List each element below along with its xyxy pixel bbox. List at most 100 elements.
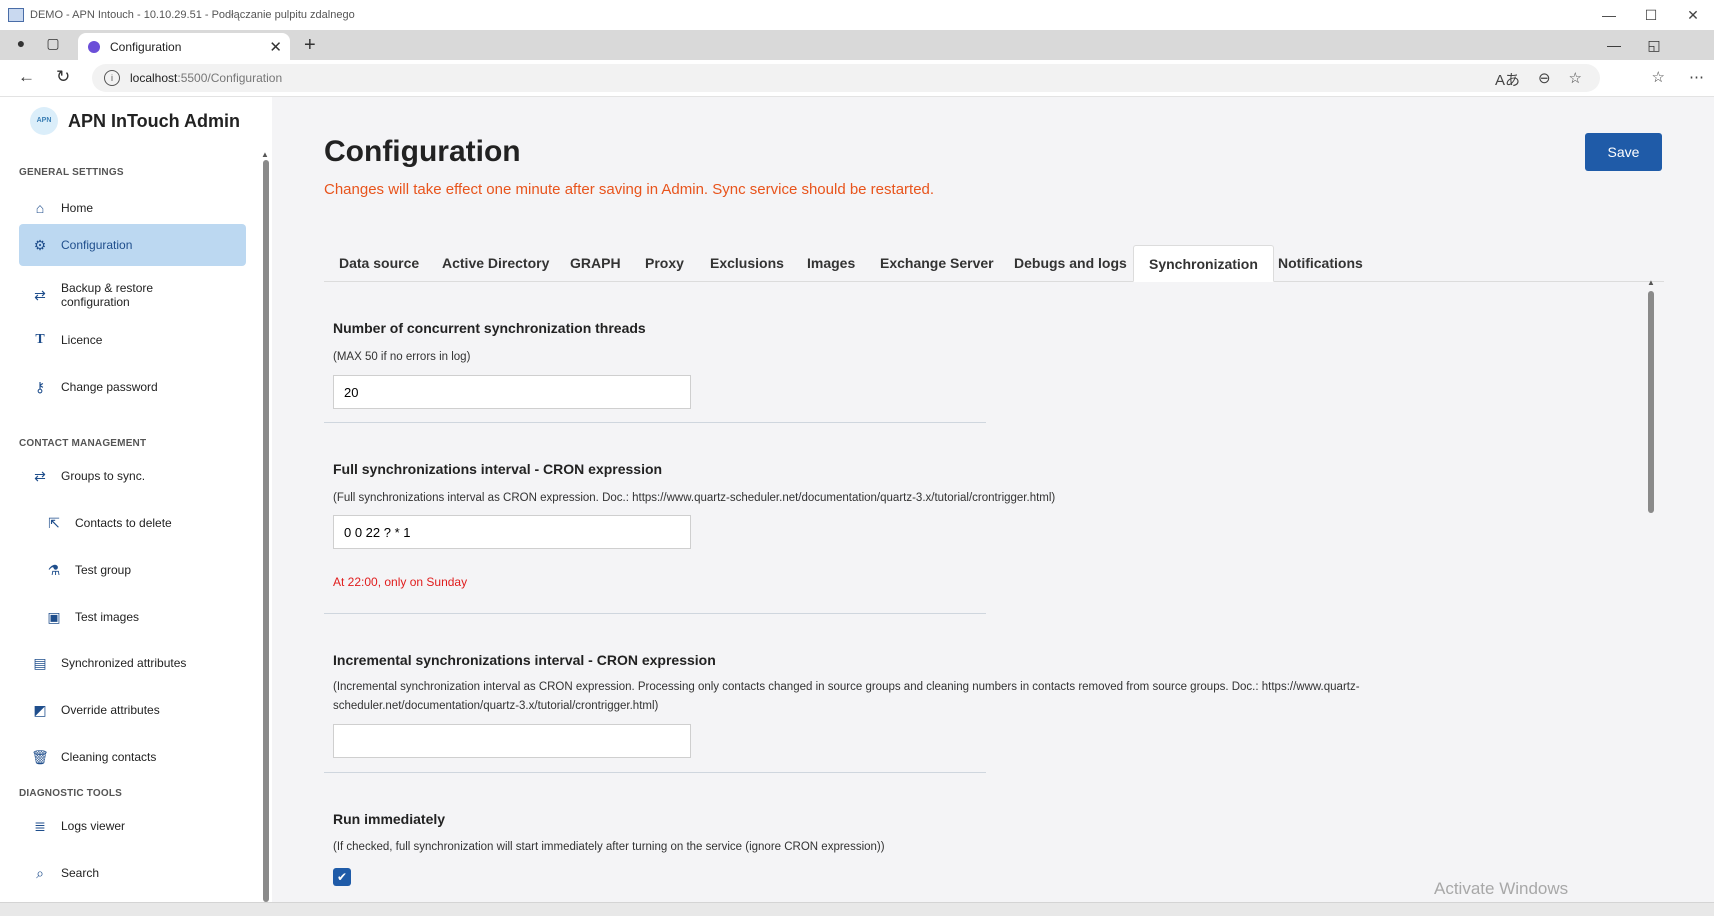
sidebar-item-cleaning-contacts[interactable]: 🗑 Cleaning contacts xyxy=(19,736,246,778)
run-immediately-checkbox[interactable]: ✔ xyxy=(333,868,351,886)
field-divider xyxy=(324,422,986,423)
tab-exchange-server[interactable]: Exchange Server xyxy=(865,245,1009,281)
reload-icon[interactable]: ↻ xyxy=(56,67,70,87)
browser-tab[interactable]: Configuration ✕ xyxy=(78,33,290,60)
backup-label-line2: configuration xyxy=(61,295,130,309)
bottom-frame xyxy=(0,902,1714,916)
tab-title: Configuration xyxy=(110,39,182,54)
tab-close-icon[interactable]: ✕ xyxy=(269,38,282,56)
browser-minimize-button[interactable]: — xyxy=(1594,30,1634,60)
url-host: localhost xyxy=(130,71,178,85)
content-scrollbar[interactable] xyxy=(1648,291,1654,513)
close-window-button[interactable]: ✕ xyxy=(1672,0,1714,30)
browser-close-button[interactable]: ✕ xyxy=(1674,30,1714,60)
field-divider xyxy=(324,613,986,614)
more-menu-icon[interactable]: ⋯ xyxy=(1689,68,1704,86)
read-aloud-icon[interactable]: Aあ xyxy=(1495,69,1520,90)
run-immediately-help: (If checked, full synchronization will s… xyxy=(333,841,885,853)
sidebar-item-label: Backup & restore configuration xyxy=(61,281,153,309)
apn-logo: APN xyxy=(30,107,58,135)
key-icon: ⚷ xyxy=(34,378,46,395)
sidebar-item-label: Test images xyxy=(75,610,140,624)
browser-tab-strip: ● ▢ Configuration ✕ + — ◱ ✕ xyxy=(0,30,1714,60)
sidebar-scrollbar[interactable] xyxy=(263,160,269,902)
section-general-settings: GENERAL SETTINGS xyxy=(19,167,124,178)
tab-graph[interactable]: GRAPH xyxy=(555,245,636,281)
sidebar-scroll-up-arrow[interactable]: ▲ xyxy=(261,150,269,159)
back-arrow-icon[interactable]: ← xyxy=(18,67,35,87)
sidebar: APN APN InTouch Admin GENERAL SETTINGS ⌂… xyxy=(0,97,272,902)
sidebar-item-backup-restore[interactable]: ⇄ Backup & restore configuration xyxy=(19,273,246,317)
address-bar[interactable]: i localhost:5500/Configuration Aあ ⊖ ☆ xyxy=(92,64,1600,92)
url-path: :5500/Configuration xyxy=(177,71,283,85)
sidebar-item-label: Contacts to delete xyxy=(75,516,172,530)
remote-desktop-icon xyxy=(8,8,24,22)
sidebar-item-label: Licence xyxy=(61,333,103,347)
sidebar-item-contacts-to-delete[interactable]: ⇱ Contacts to delete xyxy=(19,502,246,544)
sidebar-item-test-group[interactable]: ⚗ Test group xyxy=(19,549,246,591)
maximize-button[interactable]: ☐ xyxy=(1630,0,1672,30)
window-title: DEMO - APN Intouch - 10.10.29.51 - Podłą… xyxy=(30,9,355,21)
favorite-star-icon[interactable]: ☆ xyxy=(1569,69,1582,90)
sidebar-item-configuration[interactable]: ⚙ Configuration xyxy=(19,224,246,266)
sidebar-item-licence[interactable]: T Licence xyxy=(19,319,246,361)
tab-favicon-icon xyxy=(88,40,100,53)
sidebar-item-label: Override attributes xyxy=(61,703,160,717)
profile-icon[interactable]: ● xyxy=(10,35,32,55)
tab-data-source[interactable]: Data source xyxy=(324,245,434,281)
minimize-button[interactable]: — xyxy=(1588,0,1630,30)
sidebar-item-home[interactable]: ⌂ Home xyxy=(19,187,246,229)
override-icon: ◩ xyxy=(33,701,47,718)
remote-desktop-title-bar: DEMO - APN Intouch - 10.10.29.51 - Podłą… xyxy=(0,0,1714,31)
browser-restore-button[interactable]: ◱ xyxy=(1634,30,1674,60)
home-icon: ⌂ xyxy=(35,200,45,216)
full-cron-input[interactable] xyxy=(333,515,691,549)
sidebar-item-label: Home xyxy=(61,201,94,215)
tab-actions-icon[interactable]: ▢ xyxy=(42,35,64,55)
tab-synchronization[interactable]: Synchronization xyxy=(1133,245,1274,282)
sidebar-item-change-password[interactable]: ⚷ Change password xyxy=(19,366,246,408)
favorites-icon[interactable]: ☆ xyxy=(1652,68,1665,86)
sidebar-item-label: Synchronized attributes xyxy=(61,656,187,670)
site-info-icon[interactable]: i xyxy=(104,70,120,86)
tab-debugs-and-logs[interactable]: Debugs and logs xyxy=(999,245,1142,281)
browser-toolbar: ← ↻ i localhost:5500/Configuration Aあ ⊖ … xyxy=(0,60,1714,97)
sidebar-item-synchronized-attributes[interactable]: ▤ Synchronized attributes xyxy=(19,642,246,684)
export-icon: ⇱ xyxy=(48,514,60,531)
page-title: Configuration xyxy=(324,135,521,168)
new-tab-button[interactable]: + xyxy=(304,34,316,57)
incremental-cron-help: (Incremental synchronization interval as… xyxy=(333,678,1360,716)
section-diagnostic-tools: DIAGNOSTIC TOOLS xyxy=(19,788,123,799)
sidebar-item-label: Logs viewer xyxy=(61,819,126,833)
trash-icon: 🗑 xyxy=(31,748,49,765)
image-icon: ▣ xyxy=(47,608,61,625)
content-scroll-up-arrow[interactable]: ▲ xyxy=(1647,278,1655,287)
sidebar-item-label: Cleaning contacts xyxy=(61,750,157,764)
sidebar-item-label: Test group xyxy=(75,563,132,577)
run-immediately-title: Run immediately xyxy=(333,811,446,827)
browser-actions: ☆ ⋯ xyxy=(1652,68,1704,86)
sidebar-item-logs-viewer[interactable]: ≣ Logs viewer xyxy=(19,805,246,847)
list-lines-icon: ≣ xyxy=(34,817,46,834)
tab-exclusions[interactable]: Exclusions xyxy=(695,245,799,281)
field-divider xyxy=(324,772,986,773)
sidebar-item-groups-to-sync[interactable]: ⇄ Groups to sync. xyxy=(19,455,246,497)
incremental-help-line2: scheduler.net/documentation/quartz-3.x/t… xyxy=(333,700,659,712)
flask-icon: ⚗ xyxy=(47,561,61,578)
backup-label-line1: Backup & restore xyxy=(61,281,154,295)
tab-proxy[interactable]: Proxy xyxy=(630,245,699,281)
tab-active-directory[interactable]: Active Directory xyxy=(427,245,564,281)
main-content: Configuration Changes will take effect o… xyxy=(272,97,1714,902)
tab-images[interactable]: Images xyxy=(792,245,870,281)
incremental-cron-input[interactable] xyxy=(333,724,691,758)
restart-warning: Changes will take effect one minute afte… xyxy=(324,181,935,198)
sidebar-item-test-images[interactable]: ▣ Test images xyxy=(19,596,246,638)
sidebar-item-label: Groups to sync. xyxy=(61,469,146,483)
threads-input[interactable] xyxy=(333,375,691,409)
tracking-icon[interactable]: ⊖ xyxy=(1538,69,1551,90)
sidebar-item-search[interactable]: ⌕ Search xyxy=(19,852,246,894)
save-button[interactable]: Save xyxy=(1585,133,1662,171)
sidebar-item-override-attributes[interactable]: ◩ Override attributes xyxy=(19,689,246,731)
full-cron-title: Full synchronizations interval - CRON ex… xyxy=(333,461,663,477)
tab-notifications[interactable]: Notifications xyxy=(1263,245,1378,281)
